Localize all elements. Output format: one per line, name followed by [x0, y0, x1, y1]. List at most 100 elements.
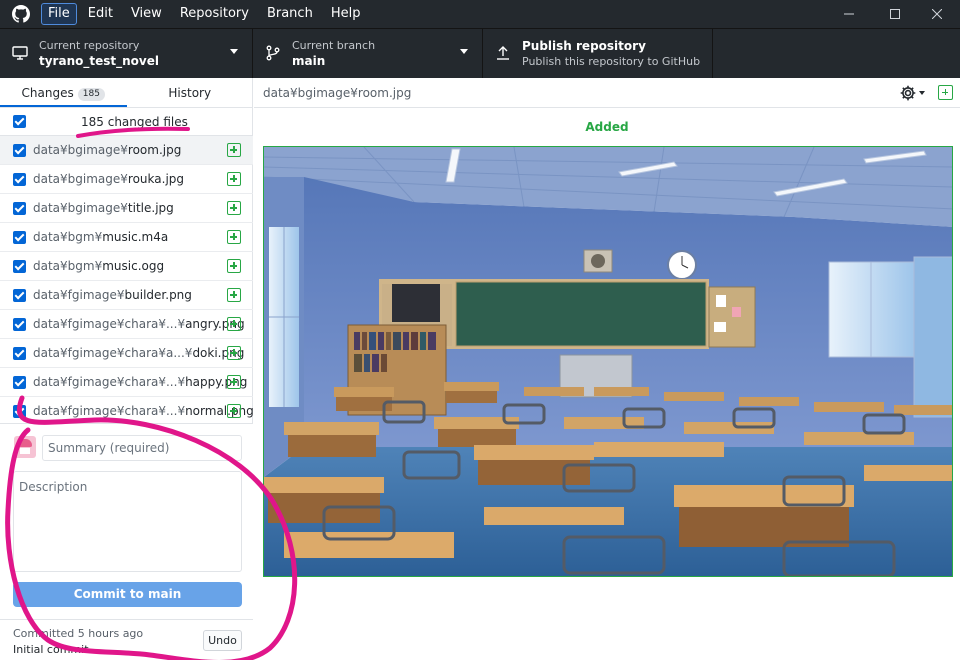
file-checkbox[interactable]: [13, 405, 26, 418]
title-bar: File Edit View Repository Branch Help: [0, 0, 960, 28]
github-logo-icon: [12, 5, 30, 23]
commit-button-label: Commit to: [73, 587, 148, 601]
file-path: data¥bgimage¥rouka.jpg: [33, 172, 184, 186]
publish-repository-subtitle: Publish this repository to GitHub: [522, 55, 701, 68]
chevron-down-icon[interactable]: [919, 91, 925, 95]
file-row[interactable]: data¥fgimage¥builder.png: [0, 281, 253, 310]
classroom-image: [264, 147, 952, 576]
last-commit-info: Committed 5 hours ago Initial commit Und…: [0, 619, 253, 660]
undo-button[interactable]: Undo: [203, 630, 242, 651]
file-dir: data¥bgm¥: [33, 230, 103, 244]
file-path: data¥fgimage¥chara¥...¥happy.png: [33, 375, 247, 389]
committed-time: Committed 5 hours ago: [13, 627, 144, 640]
file-checkbox[interactable]: [13, 347, 26, 360]
publish-repository-title: Publish repository: [522, 39, 646, 53]
menu-view[interactable]: View: [124, 3, 169, 25]
file-dir: data¥fgimage¥chara¥...¥: [33, 375, 186, 389]
commit-summary-input[interactable]: [42, 435, 242, 461]
file-dir: data¥bgm¥: [33, 259, 103, 273]
file-name: normal.png: [185, 404, 253, 418]
file-row[interactable]: data¥bgm¥music.ogg: [0, 252, 253, 281]
current-repository-name: tyrano_test_novel: [39, 54, 159, 68]
chevron-down-icon: [230, 49, 238, 54]
file-name: room.jpg: [127, 143, 182, 157]
file-dir: data¥fgimage¥: [33, 288, 125, 302]
current-branch-name: main: [292, 54, 326, 68]
maximize-icon: [890, 9, 900, 19]
image-preview: [263, 146, 953, 577]
file-checkbox[interactable]: [13, 376, 26, 389]
file-path: data¥fgimage¥chara¥...¥normal.png: [33, 404, 253, 418]
minimize-icon: [844, 13, 854, 15]
file-name: rouka.jpg: [127, 172, 185, 186]
file-name: title.jpg: [127, 201, 174, 215]
current-repository-dropdown[interactable]: Current repository tyrano_test_novel: [0, 29, 253, 79]
file-dir: data¥fgimage¥chara¥...¥: [33, 404, 186, 418]
file-path: data¥fgimage¥chara¥...¥angry.png: [33, 317, 245, 331]
user-avatar: [14, 436, 36, 458]
file-row[interactable]: data¥bgm¥music.m4a: [0, 223, 253, 252]
upload-icon: [497, 46, 509, 60]
gear-icon[interactable]: [899, 84, 917, 102]
file-dir: data¥fgimage¥chara¥...¥: [33, 317, 186, 331]
diff-pane: data¥bgimage¥room.jpg Added: [254, 78, 960, 660]
tab-history-label: History: [168, 86, 212, 100]
file-checkbox[interactable]: [13, 231, 26, 244]
file-checkbox[interactable]: [13, 260, 26, 273]
file-name: builder.png: [124, 288, 192, 302]
file-row[interactable]: data¥fgimage¥chara¥a...¥doki.png: [0, 339, 253, 368]
file-added-icon: [227, 288, 241, 302]
last-commit-message: Initial commit: [13, 643, 89, 656]
diff-header: data¥bgimage¥room.jpg: [254, 78, 960, 108]
file-added-icon: [227, 143, 241, 157]
tab-history[interactable]: History: [127, 78, 254, 107]
maximize-button[interactable]: [872, 0, 918, 28]
file-checkbox[interactable]: [13, 144, 26, 157]
select-all-checkbox[interactable]: [13, 115, 26, 128]
file-checkbox[interactable]: [13, 173, 26, 186]
menu-help[interactable]: Help: [324, 3, 368, 25]
menu-bar: File Edit View Repository Branch Help: [41, 3, 371, 25]
tab-changes[interactable]: Changes 185: [0, 78, 127, 107]
file-row[interactable]: data¥fgimage¥chara¥...¥happy.png: [0, 368, 253, 397]
file-added-icon: [227, 259, 241, 273]
file-added-icon: [227, 201, 241, 215]
current-repository-label: Current repository: [39, 39, 140, 52]
file-added-icon: [227, 230, 241, 244]
menu-edit[interactable]: Edit: [81, 3, 120, 25]
file-name: music.m4a: [102, 230, 169, 244]
file-row[interactable]: data¥bgimage¥rouka.jpg: [0, 165, 253, 194]
file-dir: data¥bgimage¥: [33, 172, 128, 186]
file-added-icon: [227, 346, 241, 360]
file-added-icon: [227, 404, 241, 418]
file-checkbox[interactable]: [13, 318, 26, 331]
close-icon: [932, 9, 942, 19]
file-row[interactable]: data¥bgimage¥title.jpg: [0, 194, 253, 223]
commit-button[interactable]: Commit to main: [13, 582, 242, 607]
file-dir: data¥bgimage¥: [33, 143, 128, 157]
publish-repository-button[interactable]: Publish repository Publish this reposito…: [483, 29, 713, 79]
file-dir: data¥fgimage¥chara¥a...¥: [33, 346, 193, 360]
menu-repository[interactable]: Repository: [173, 3, 256, 25]
commit-panel: Commit to main Committed 5 hours ago Ini…: [0, 423, 253, 660]
minimize-button[interactable]: [826, 0, 872, 28]
menu-branch[interactable]: Branch: [260, 3, 320, 25]
file-dir: data¥bgimage¥: [33, 201, 128, 215]
file-row[interactable]: data¥fgimage¥chara¥...¥normal.png: [0, 397, 253, 426]
file-checkbox[interactable]: [13, 202, 26, 215]
current-branch-dropdown[interactable]: Current branch main: [253, 29, 483, 79]
tab-changes-label: Changes: [21, 86, 74, 100]
sidebar: Changes 185 History 185 changed files dat…: [0, 78, 253, 660]
git-branch-icon: [266, 45, 280, 61]
menu-file[interactable]: File: [41, 3, 77, 25]
file-path: data¥bgimage¥title.jpg: [33, 201, 174, 215]
close-button[interactable]: [914, 0, 960, 28]
commit-description-input[interactable]: [13, 471, 242, 572]
file-row[interactable]: data¥bgimage¥room.jpg: [0, 136, 253, 165]
file-row[interactable]: data¥fgimage¥chara¥...¥angry.png: [0, 310, 253, 339]
desktop-icon: [12, 46, 28, 60]
commit-button-branch: main: [147, 587, 182, 601]
file-checkbox[interactable]: [13, 289, 26, 302]
toolbar: Current repository tyrano_test_novel Cur…: [0, 28, 960, 79]
current-branch-label: Current branch: [292, 39, 376, 52]
